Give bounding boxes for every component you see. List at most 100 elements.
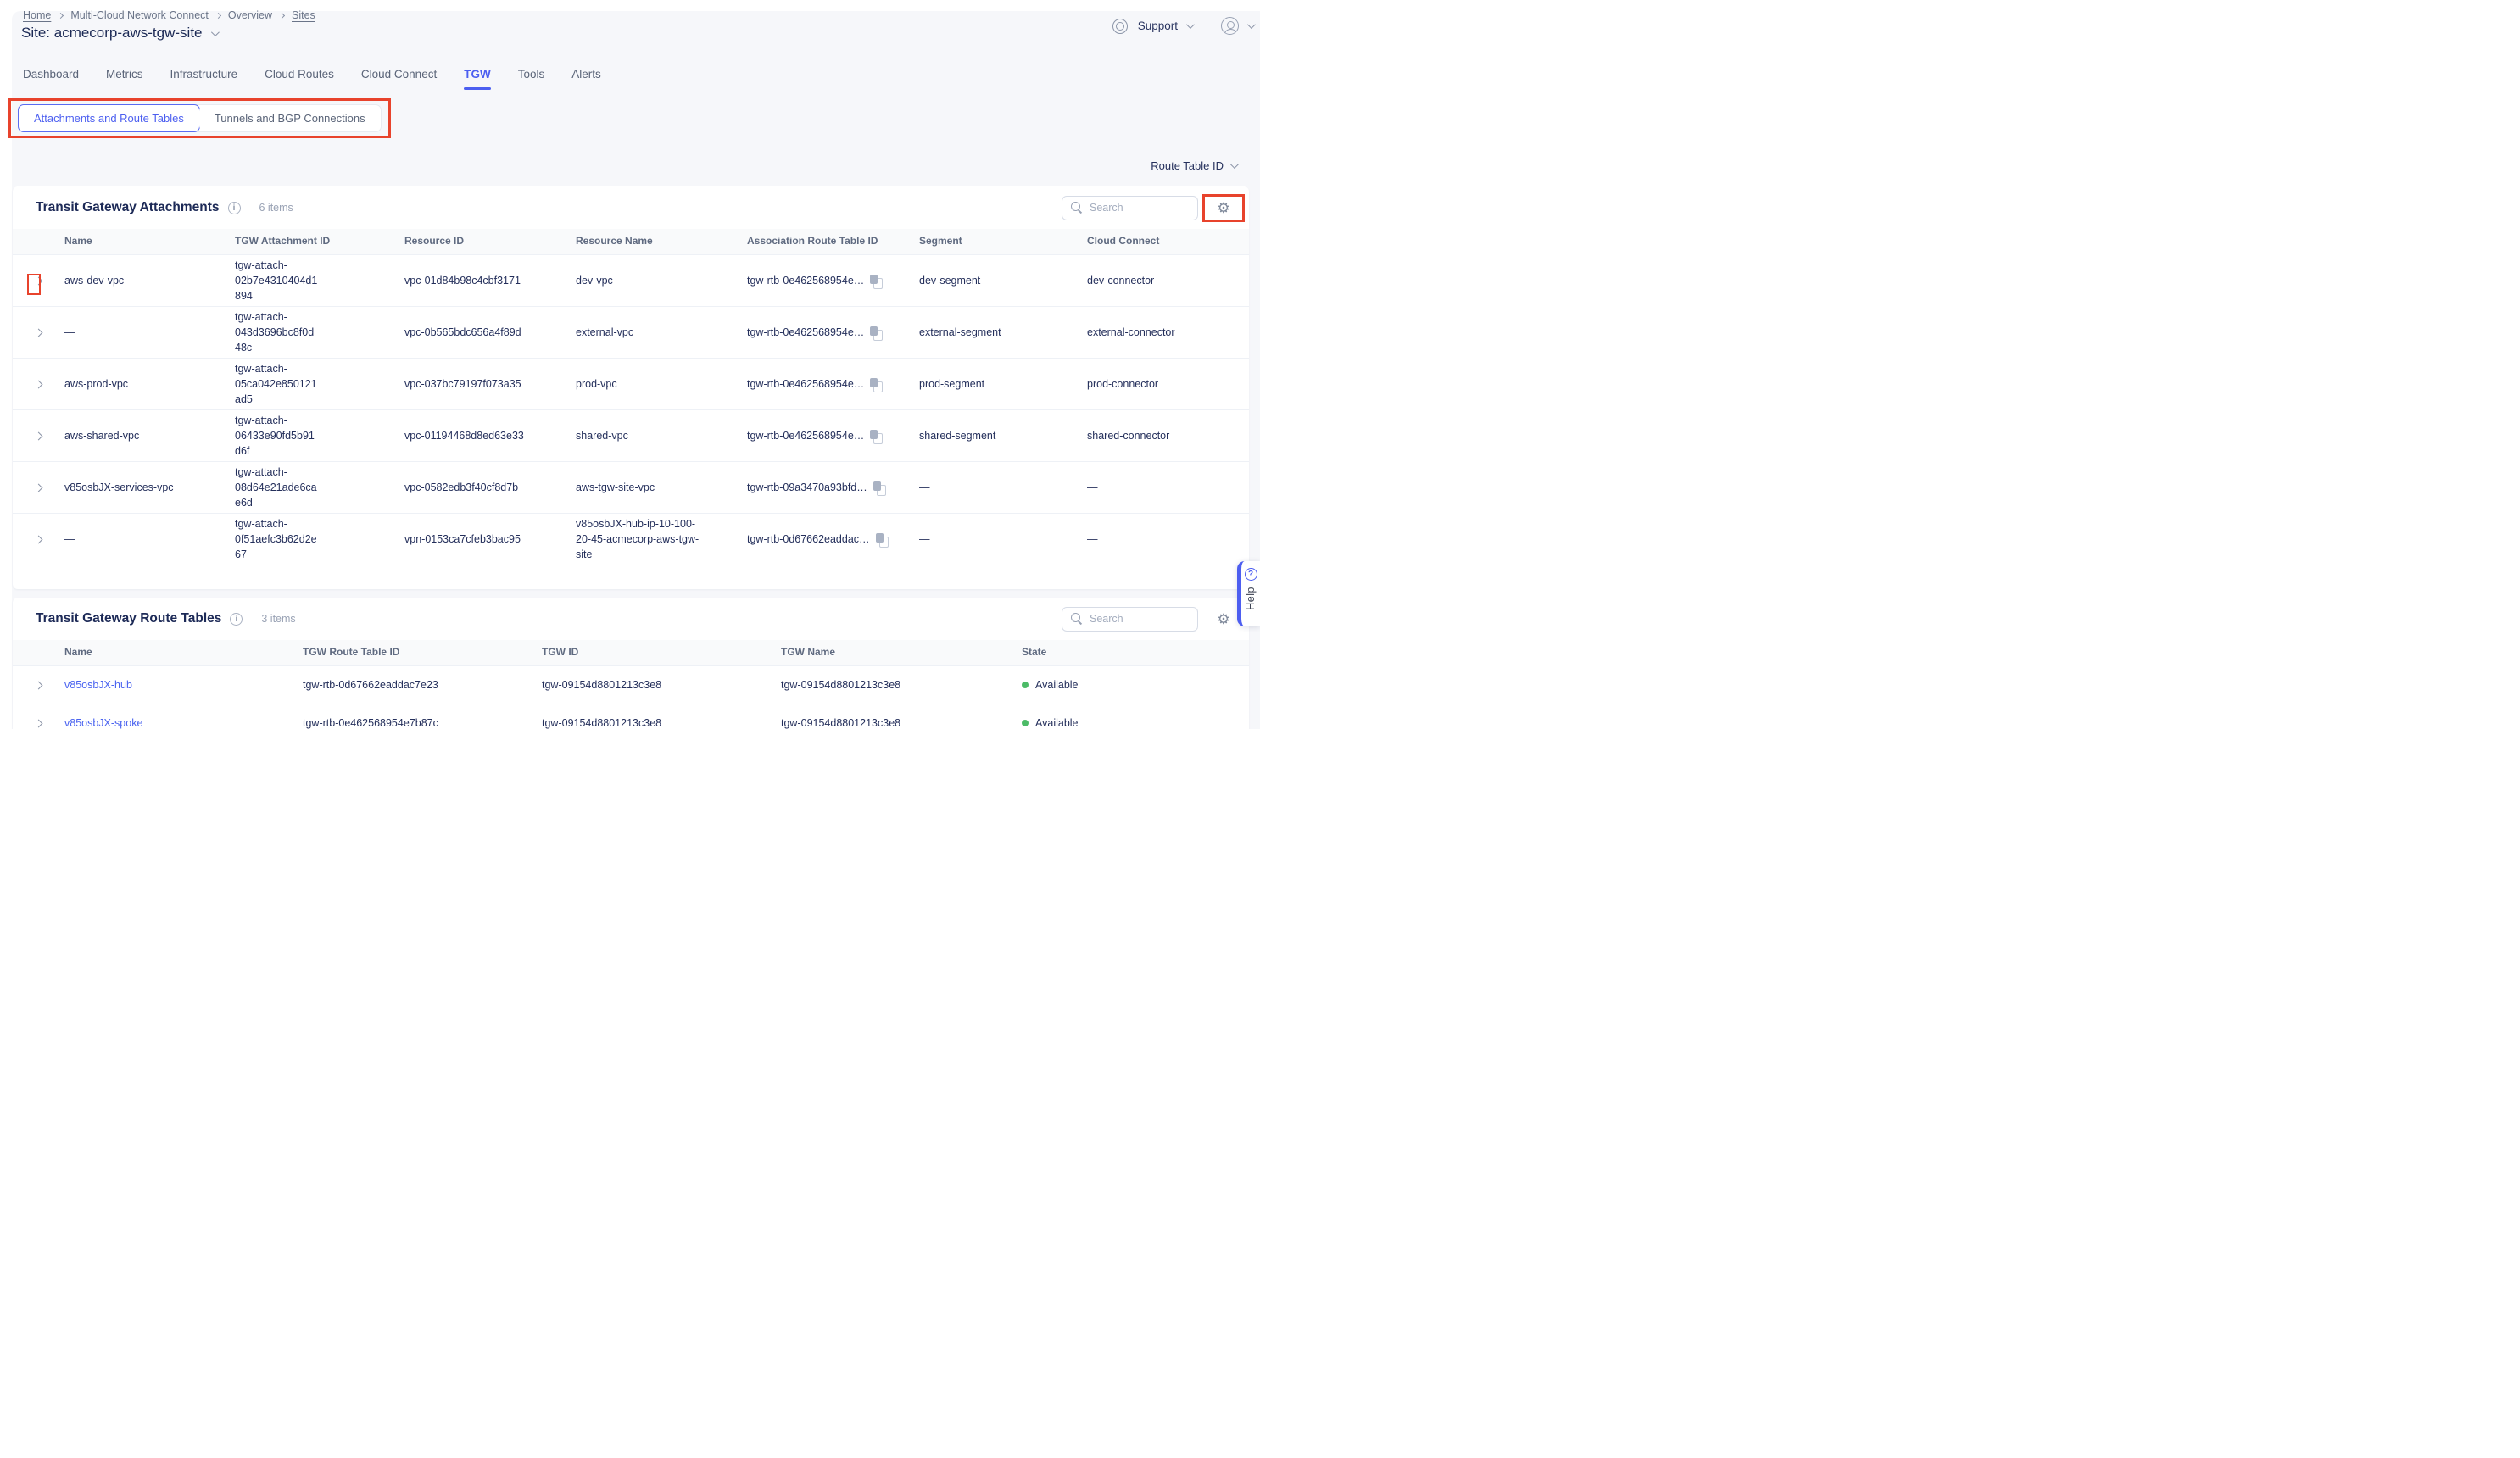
tab-tools[interactable]: Tools [518, 68, 545, 90]
breadcrumb-item-overview[interactable]: Overview [228, 9, 272, 21]
route-tables-card-title: Transit Gateway Route Tables [36, 611, 221, 626]
column-header-cloud-connect: Cloud Connect [1087, 234, 1249, 248]
table-row: v85osbJX-services-vpc tgw-attach-08d64e2… [13, 461, 1249, 513]
column-header-resource-id: Resource ID [404, 234, 576, 248]
cell-resource-name: dev-vpc [576, 273, 728, 288]
cell-tgw-id: tgw-09154d8801213c3e8 [542, 677, 781, 693]
route-tables-search [1062, 607, 1198, 632]
tab-infrastructure[interactable]: Infrastructure [170, 68, 238, 90]
route-table-id-filter[interactable]: Route Table ID [1151, 159, 1236, 172]
cell-cloud-connect: — [1087, 480, 1249, 495]
breadcrumb-item-sites[interactable]: Sites [292, 9, 315, 21]
table-row: v85osbJX-spoke tgw-rtb-0e462568954e7b87c… [13, 704, 1249, 729]
page-title: Site: acmecorp-aws-tgw-site [21, 25, 217, 42]
cell-tgw-route-table-id: tgw-rtb-0d67662eaddac7e23 [303, 677, 542, 693]
gear-icon [1217, 612, 1229, 626]
route-table-link[interactable]: v85osbJX-hub [64, 679, 132, 691]
main-tabs: Dashboard Metrics Infrastructure Cloud R… [23, 68, 601, 90]
expand-row-icon[interactable] [35, 719, 43, 727]
cell-name: aws-dev-vpc [64, 273, 235, 288]
cell-tgw-attachment-id: tgw-attach-05ca042e850121ad5 [235, 361, 338, 407]
help-icon [1245, 568, 1257, 581]
cell-resource-id: vpc-0b565bdc656a4f89d [404, 325, 576, 340]
attachments-search-input[interactable] [1090, 202, 1189, 214]
attachments-search [1062, 196, 1198, 220]
support-menu[interactable]: Support [1138, 19, 1178, 32]
attachments-items-count: 6 items [259, 202, 293, 214]
table-row: v85osbJX-hub tgw-rtb-0d67662eaddac7e23 t… [13, 665, 1249, 704]
cell-resource-id: vpc-01d84b98c4cbf3171 [404, 273, 576, 288]
cell-tgw-attachment-id: tgw-attach-043d3696bc8f0d48c [235, 309, 338, 355]
attachments-card-header: Transit Gateway Attachments 6 items [13, 186, 1249, 229]
cell-cloud-connect: dev-connector [1087, 273, 1249, 288]
copy-icon[interactable] [870, 275, 882, 287]
copy-icon[interactable] [870, 430, 882, 442]
tab-metrics[interactable]: Metrics [106, 68, 143, 90]
breadcrumb-item-mcn[interactable]: Multi-Cloud Network Connect [70, 9, 209, 21]
tab-cloud-connect[interactable]: Cloud Connect [361, 68, 437, 90]
cell-association-route-table-id: tgw-rtb-0e462568954e… [747, 376, 864, 392]
page-title-text: Site: acmecorp-aws-tgw-site [21, 25, 203, 42]
subtab-tunnels-bgp[interactable]: Tunnels and BGP Connections [199, 105, 381, 131]
cell-tgw-route-table-id: tgw-rtb-0e462568954e7b87c [303, 715, 542, 729]
cell-segment: prod-segment [919, 376, 1087, 392]
cell-tgw-name: tgw-09154d8801213c3e8 [781, 715, 1022, 729]
search-icon [1071, 202, 1083, 214]
tab-alerts[interactable]: Alerts [571, 68, 601, 90]
route-tables-search-input[interactable] [1090, 613, 1189, 625]
route-table-id-filter-label: Route Table ID [1151, 159, 1224, 172]
help-tab[interactable]: Help [1237, 561, 1260, 626]
cell-resource-id: vpn-0153ca7cfeb3bac95 [404, 531, 576, 547]
subtab-group: Attachments and Route Tables Tunnels and… [18, 104, 382, 132]
breadcrumb-item-home[interactable]: Home [23, 9, 51, 21]
tab-cloud-routes[interactable]: Cloud Routes [265, 68, 334, 90]
cell-name: — [64, 325, 235, 340]
copy-icon[interactable] [870, 378, 882, 391]
cell-tgw-attachment-id: tgw-attach-02b7e4310404d1894 [235, 258, 338, 303]
expand-row-icon[interactable] [35, 276, 43, 285]
tab-dashboard[interactable]: Dashboard [23, 68, 79, 90]
copy-icon[interactable] [873, 481, 885, 494]
avatar-icon[interactable] [1221, 17, 1239, 35]
expand-row-icon[interactable] [35, 328, 43, 337]
expand-row-icon[interactable] [35, 535, 43, 543]
cell-association-route-table-id: tgw-rtb-0e462568954e… [747, 428, 864, 443]
cell-resource-name: prod-vpc [576, 376, 728, 392]
cell-resource-name: external-vpc [576, 325, 728, 340]
cell-name: aws-shared-vpc [64, 428, 235, 443]
cell-resource-id: vpc-0582edb3f40cf8d7b [404, 480, 576, 495]
info-icon[interactable] [230, 613, 243, 626]
copy-icon[interactable] [876, 533, 888, 546]
expand-row-icon[interactable] [35, 431, 43, 440]
column-header-name: Name [64, 645, 303, 659]
expand-row-icon[interactable] [35, 380, 43, 388]
table-row: aws-prod-vpc tgw-attach-05ca042e850121ad… [13, 358, 1249, 409]
cell-cloud-connect: shared-connector [1087, 428, 1249, 443]
info-icon[interactable] [228, 202, 241, 214]
cell-association-route-table-id: tgw-rtb-0e462568954e… [747, 273, 864, 288]
column-header-tgw-name: TGW Name [781, 645, 1022, 659]
cell-state: Available [1035, 715, 1079, 729]
subtab-attachments-route-tables[interactable]: Attachments and Route Tables [18, 104, 200, 132]
support-caret-icon[interactable] [1186, 20, 1195, 29]
cell-segment: external-segment [919, 325, 1087, 340]
cell-resource-name: aws-tgw-site-vpc [576, 480, 728, 495]
column-header-tgw-attachment-id: TGW Attachment ID [235, 234, 404, 248]
route-tables-card-header: Transit Gateway Route Tables 3 items [13, 598, 1249, 640]
route-tables-table-header: Name TGW Route Table ID TGW ID TGW Name … [13, 640, 1249, 665]
copy-icon[interactable] [870, 326, 882, 339]
cell-name: — [64, 531, 235, 547]
cell-resource-name: shared-vpc [576, 428, 728, 443]
cell-resource-id: vpc-037bc79197f073a35 [404, 376, 576, 392]
expand-row-icon[interactable] [35, 681, 43, 689]
column-header-tgw-route-table-id: TGW Route Table ID [303, 645, 542, 659]
cell-name: v85osbJX-services-vpc [64, 480, 235, 495]
route-tables-items-count: 3 items [261, 613, 295, 625]
route-table-link[interactable]: v85osbJX-spoke [64, 717, 142, 729]
expand-row-icon[interactable] [35, 483, 43, 492]
column-header-segment: Segment [919, 234, 1087, 248]
tab-tgw[interactable]: TGW [464, 68, 491, 90]
attachments-settings-button[interactable] [1205, 196, 1242, 220]
cell-segment: dev-segment [919, 273, 1087, 288]
help-label: Help [1245, 587, 1257, 610]
